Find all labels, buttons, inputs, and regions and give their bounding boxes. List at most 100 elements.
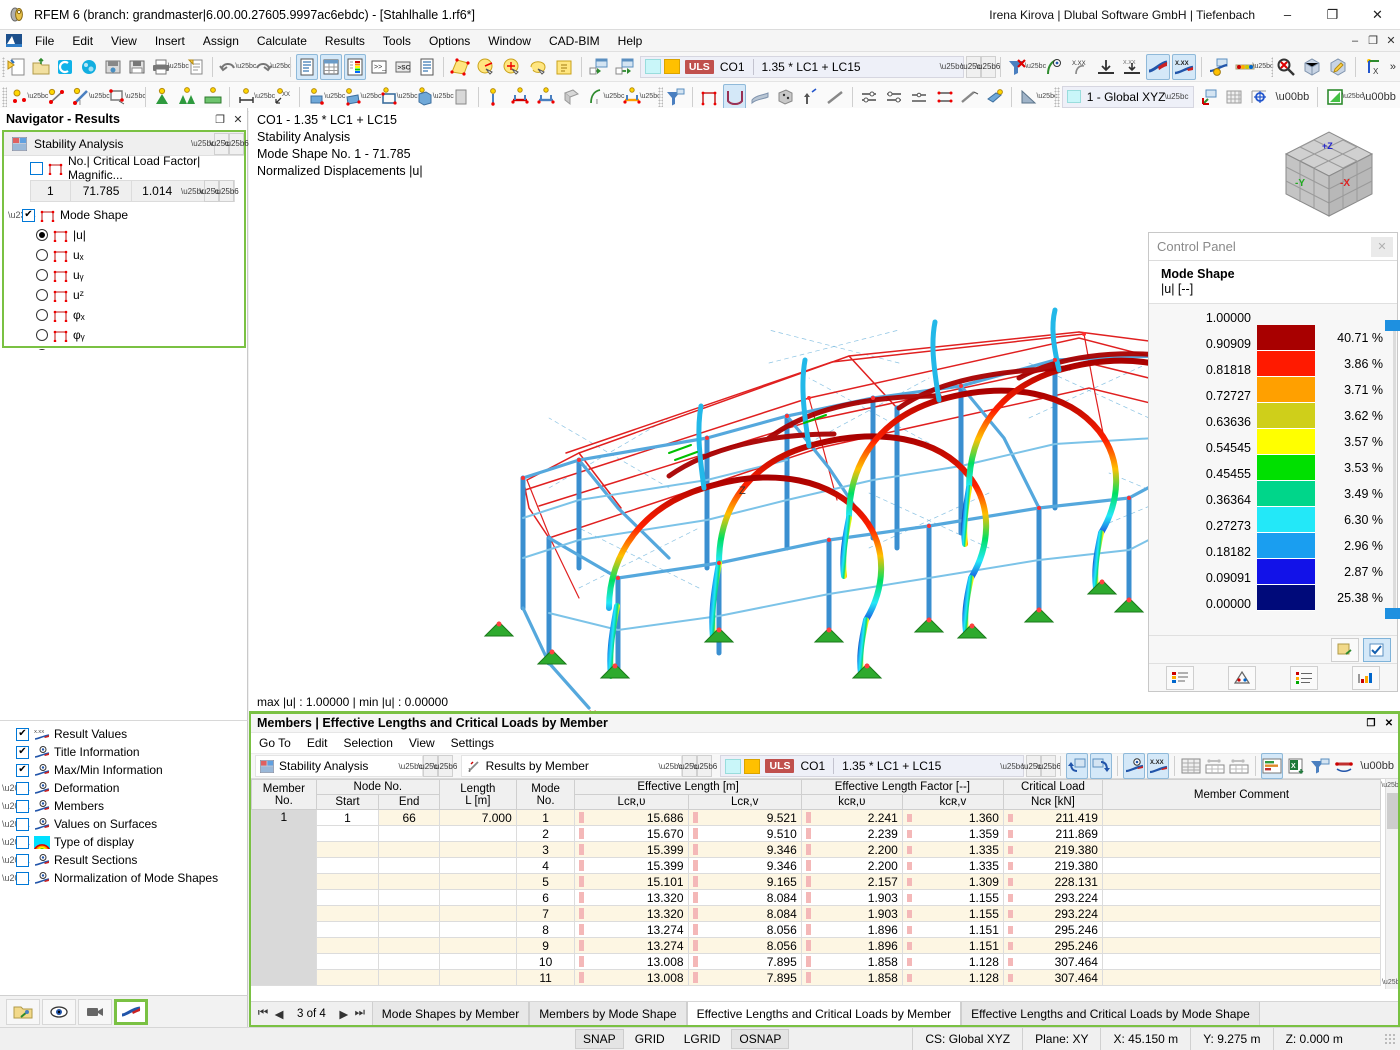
cell-comment[interactable] (1102, 906, 1380, 922)
cell-kcrv[interactable]: 1.335 (902, 858, 1003, 874)
table-row[interactable]: 3 15.399 9.346 2.200 1.335 219.380 (252, 842, 1381, 858)
select-by-attribute-icon[interactable] (552, 54, 576, 80)
color-scale-slider[interactable] (1389, 318, 1400, 618)
result-values-display-icon[interactable]: X.XX (1172, 54, 1196, 80)
free-load-icon[interactable] (450, 84, 473, 110)
table-insert-row-above-icon[interactable] (1204, 753, 1226, 779)
table-load-case-combo[interactable]: ULS CO1 1.35 * LC1 + LC15 \u25bc (720, 755, 1024, 777)
member-eccentricity-icon[interactable] (958, 84, 981, 110)
display-item-type-of-display[interactable]: \u203a Type of display (0, 833, 247, 851)
cell-mode-no[interactable]: 9 (516, 938, 575, 954)
table-row[interactable]: 11 13.008 7.895 1.858 1.128 307.464 (252, 970, 1381, 986)
col-member-comment[interactable]: Member Comment (1102, 780, 1380, 810)
cell-node-end[interactable] (379, 954, 440, 970)
color-band[interactable] (1257, 351, 1315, 377)
load-combo-chevron-down-icon[interactable]: \u25bc (941, 56, 963, 78)
cell-comment[interactable] (1102, 890, 1380, 906)
cell-comment[interactable] (1102, 874, 1380, 890)
table-analysis-next-button[interactable]: \u25b6 (438, 755, 453, 777)
member-results-icon[interactable] (824, 84, 847, 110)
coordinate-system-combo[interactable]: 1 - Global XYZ \u25bc (1062, 86, 1194, 108)
expander-icon[interactable]: \u203a (2, 873, 16, 883)
cell-node-end[interactable] (379, 890, 440, 906)
cell-kcru[interactable]: 1.896 (801, 922, 902, 938)
surface-hinge-icon[interactable] (908, 84, 931, 110)
cell-kcrv[interactable]: 1.359 (902, 826, 1003, 842)
component-radio[interactable] (36, 249, 48, 261)
menu-item-file[interactable]: File (26, 32, 63, 50)
dimension-dropdown-icon[interactable]: \u25bc (259, 84, 270, 110)
cell-lcrv[interactable]: 8.084 (688, 890, 801, 906)
pager-next-button[interactable]: ▶ (336, 1007, 352, 1021)
table-chart-icon[interactable] (1261, 753, 1283, 779)
cell-kcrv[interactable]: 1.151 (902, 922, 1003, 938)
cell-kcru[interactable]: 2.200 (801, 858, 902, 874)
new-line-icon[interactable] (44, 84, 67, 110)
select-crossing-icon[interactable] (500, 54, 524, 80)
component-radio[interactable] (36, 269, 48, 281)
cell-lcru[interactable]: 15.101 (575, 874, 688, 890)
open-file-icon[interactable] (30, 54, 52, 80)
cell-lcrv[interactable]: 9.510 (688, 826, 801, 842)
redo-dropdown-icon[interactable]: \u25bc (275, 54, 286, 80)
cell-node-start[interactable] (316, 842, 379, 858)
table-load-next-button[interactable]: \u25b6 (1041, 755, 1056, 777)
line-support-icon[interactable] (176, 84, 199, 110)
cell-length[interactable]: 7.000 (439, 810, 516, 826)
cell-lcru[interactable]: 15.399 (575, 858, 688, 874)
table-toolbar-overflow-button[interactable]: \u00bb (1356, 760, 1398, 772)
table-panel-icon[interactable] (320, 54, 342, 80)
info-list-icon[interactable] (416, 54, 438, 80)
cell-lcru[interactable]: 13.320 (575, 906, 688, 922)
cell-mode-no[interactable]: 11 (516, 970, 575, 986)
results-grid-body[interactable]: 1 1 66 7.000 1 15.686 9.521 2.241 1.360 … (252, 810, 1381, 986)
critical-load-next-button[interactable]: \u25b6 (219, 180, 234, 202)
display-checkbox[interactable] (16, 728, 29, 741)
cell-kcru[interactable]: 1.903 (801, 906, 902, 922)
expander-icon[interactable]: \u203a (2, 855, 16, 865)
select-window-icon[interactable] (474, 54, 498, 80)
member-hinge-icon[interactable] (883, 84, 906, 110)
table-row[interactable]: 9 13.274 8.056 1.896 1.151 295.246 (252, 938, 1381, 954)
cell-mode-no[interactable]: 1 (516, 810, 575, 826)
toolbar-grip-2[interactable] (1271, 57, 1274, 77)
expander-icon[interactable]: \u203a (2, 801, 16, 811)
solid-results-icon[interactable] (773, 84, 796, 110)
navigator-critical-load-row[interactable]: 1 71.785 1.014 \u25bc \u25c0 \u25b6 (30, 180, 235, 202)
surface-support-icon[interactable] (201, 84, 224, 110)
table-sync-in-icon[interactable] (1066, 753, 1088, 779)
cell-mode-no[interactable]: 7 (516, 906, 575, 922)
table-row[interactable]: 10 13.008 7.895 1.858 1.128 307.464 (252, 954, 1381, 970)
display-checkbox[interactable] (16, 800, 29, 813)
mesh-display-icon[interactable] (1222, 84, 1245, 110)
render-mode-dropdown-icon[interactable]: \u25bc (1041, 84, 1052, 110)
cell-comment[interactable] (1102, 858, 1380, 874)
color-band[interactable] (1257, 377, 1315, 403)
table-member-result-icon[interactable] (1333, 753, 1355, 779)
cell-comment[interactable] (1102, 938, 1380, 954)
panel-apply-icon[interactable] (1363, 638, 1391, 662)
menu-item-insert[interactable]: Insert (146, 32, 194, 50)
cell-kcrv[interactable]: 1.360 (902, 810, 1003, 826)
component-radio[interactable] (36, 329, 48, 341)
deformation-icon[interactable] (114, 999, 148, 1025)
col-node-start[interactable]: Start (316, 795, 379, 810)
cell-lcrv[interactable]: 8.056 (688, 938, 801, 954)
cell-mode-no[interactable]: 2 (516, 826, 575, 842)
navigator-mode-shape-row[interactable]: \u2304 Mode Shape (4, 205, 244, 225)
cell-comment[interactable] (1102, 810, 1380, 826)
table-undock-button[interactable]: ❐ (1362, 715, 1380, 732)
cell-length[interactable] (439, 922, 516, 938)
cell-node-start[interactable] (316, 970, 379, 986)
menu-item-options[interactable]: Options (420, 32, 479, 50)
cell-ncr[interactable]: 307.464 (1003, 970, 1102, 986)
nodal-support-icon[interactable] (151, 84, 174, 110)
import-icon[interactable] (587, 54, 611, 80)
menu-item-tools[interactable]: Tools (374, 32, 420, 50)
grid-snap-icon[interactable] (1247, 84, 1270, 110)
mdi-minimize-button[interactable]: – (1346, 31, 1364, 51)
cell-length[interactable] (439, 938, 516, 954)
col-eff-len-v[interactable]: Lᴄʀ,ᴠ (688, 795, 801, 810)
cell-lcru[interactable]: 15.686 (575, 810, 688, 826)
table-results-next-button[interactable]: \u25b6 (697, 755, 712, 777)
